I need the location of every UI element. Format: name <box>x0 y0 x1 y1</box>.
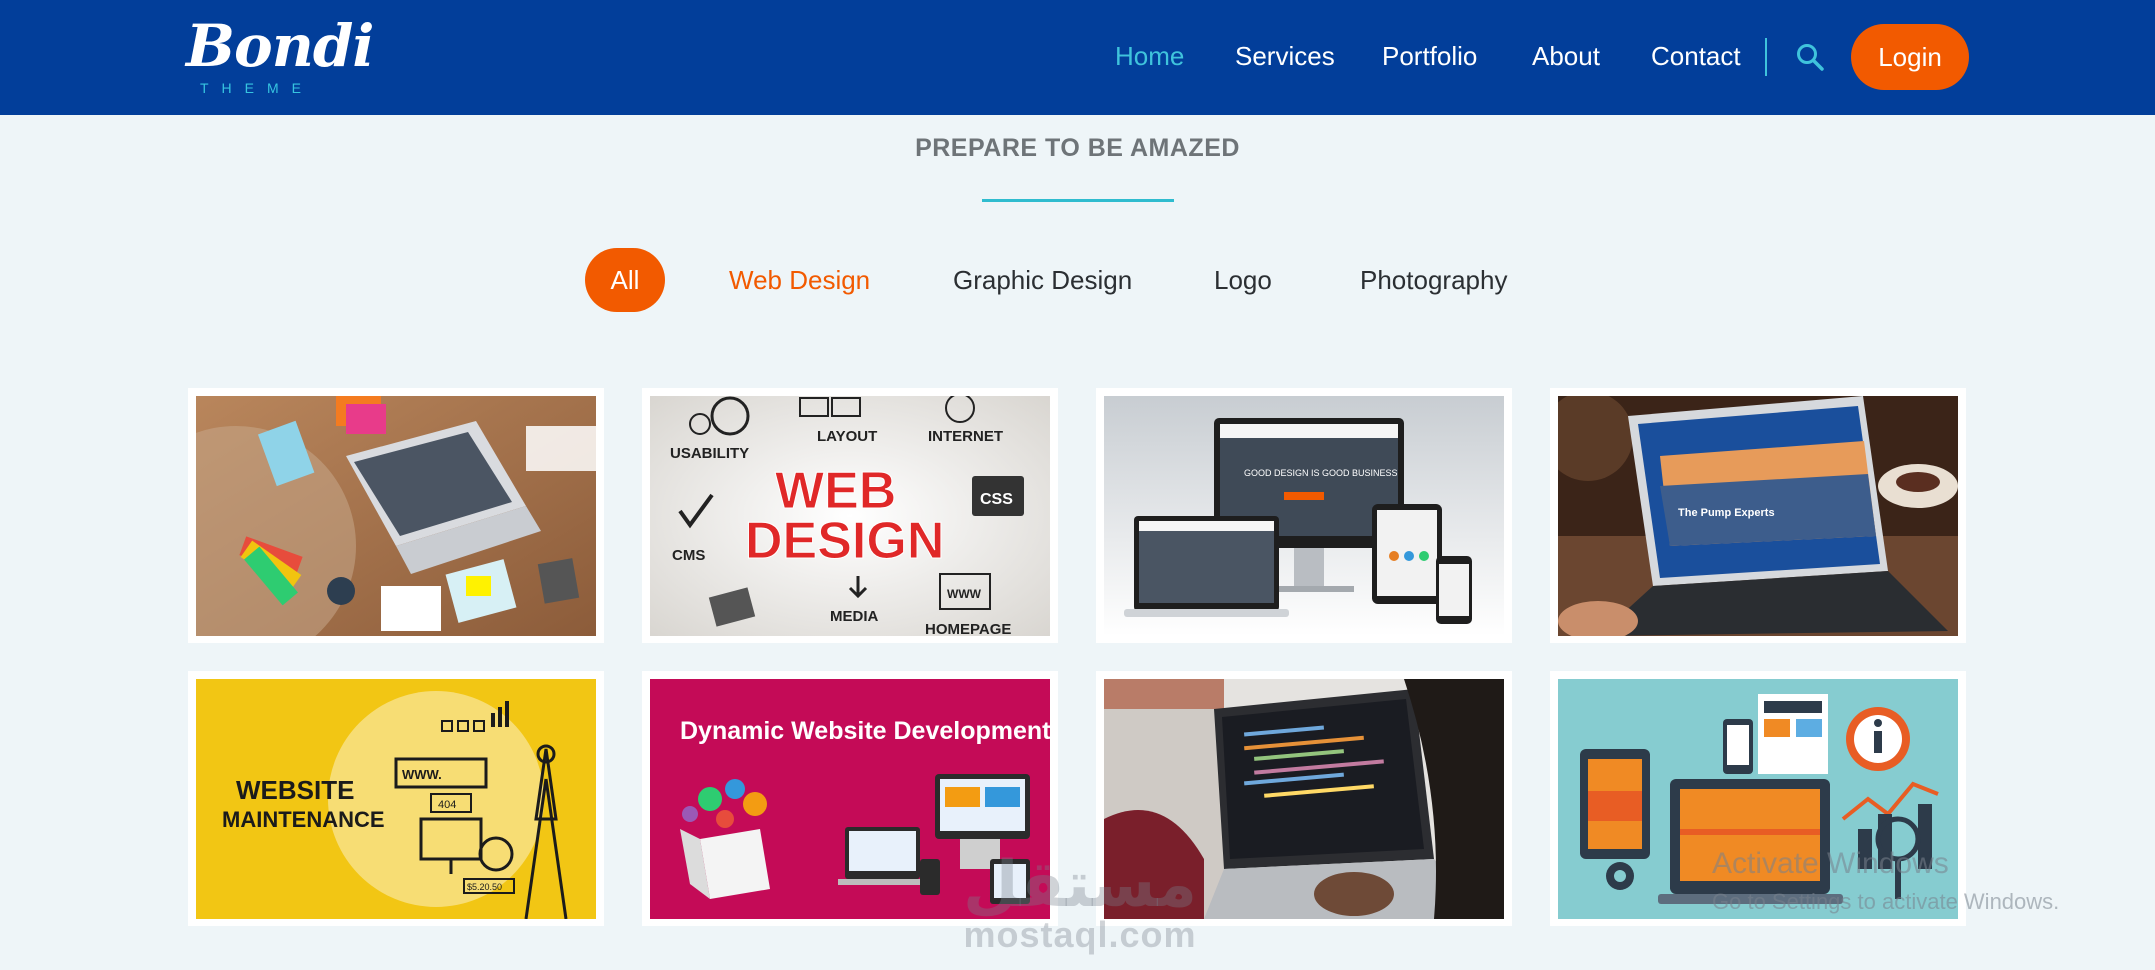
flat-devices-illustration <box>1558 679 1958 919</box>
portfolio-item[interactable]: WEBSITE MAINTENANCE WWW. 404 $5.20.50 <box>188 671 604 926</box>
section-title: PREPARE TO BE AMAZED <box>915 134 1240 162</box>
logo-script-text: Bondi <box>186 12 374 80</box>
wd-usability-text: USABILITY <box>670 445 749 462</box>
dwd-title-text: Dynamic Website Development <box>680 717 1050 745</box>
portfolio-item[interactable]: Dynamic Website Development <box>642 671 1058 926</box>
wm-www-text: WWW. <box>402 767 442 782</box>
rd-headline-text: GOOD DESIGN IS GOOD BUSINESS <box>1244 468 1398 478</box>
nav-portfolio[interactable]: Portfolio <box>1382 38 1477 74</box>
lw-headline-text: The Pump Experts <box>1678 507 1775 519</box>
wd-www-text: WWW <box>947 587 982 601</box>
coding-laptop-photo <box>1104 679 1504 919</box>
portfolio-item[interactable] <box>188 388 604 643</box>
wd-cms-text: CMS <box>672 547 705 564</box>
portfolio-item[interactable]: USABILITY LAYOUT INTERNET WEB DESIGN CSS… <box>642 388 1058 643</box>
filter-logo[interactable]: Logo <box>1214 248 1272 312</box>
nav-services[interactable]: Services <box>1235 38 1335 74</box>
filter-graphic-design[interactable]: Graphic Design <box>953 248 1132 312</box>
filter-web-design[interactable]: Web Design <box>729 248 870 312</box>
nav-about[interactable]: About <box>1532 38 1600 74</box>
wm-website-text: WEBSITE <box>236 775 354 805</box>
nav-divider <box>1765 38 1767 76</box>
nav-contact[interactable]: Contact <box>1651 38 1741 74</box>
website-maintenance-illustration: WEBSITE MAINTENANCE WWW. 404 $5.20.50 <box>196 679 596 919</box>
logo-subtitle: THEME <box>200 80 314 96</box>
filter-photography[interactable]: Photography <box>1360 248 1507 312</box>
top-navbar: Bondi THEME Home Services Portfolio Abou… <box>0 0 2155 115</box>
title-underline <box>982 199 1174 202</box>
portfolio-item[interactable] <box>1096 671 1512 926</box>
wd-internet-text: INTERNET <box>928 428 1003 445</box>
responsive-devices-mockup: GOOD DESIGN IS GOOD BUSINESS <box>1104 396 1504 636</box>
wd-design-text: DESIGN <box>745 512 944 570</box>
wd-media-text: MEDIA <box>830 608 879 625</box>
wm-maintenance-text: MAINTENANCE <box>222 807 385 832</box>
dynamic-website-development-banner: Dynamic Website Development <box>650 679 1050 919</box>
portfolio-item[interactable] <box>1550 671 1966 926</box>
portfolio-item[interactable]: The Pump Experts <box>1550 388 1966 643</box>
wm-price-text: $5.20.50 <box>467 882 502 892</box>
filter-all[interactable]: All <box>585 248 665 312</box>
wd-css-text: CSS <box>980 491 1013 508</box>
laptop-website-photo: The Pump Experts <box>1558 396 1958 636</box>
login-button[interactable]: Login <box>1851 24 1969 90</box>
wd-layout-text: LAYOUT <box>817 428 877 445</box>
portfolio-item[interactable]: GOOD DESIGN IS GOOD BUSINESS <box>1096 388 1512 643</box>
desk-laptop-photo <box>196 396 596 636</box>
brand-logo[interactable]: Bondi THEME <box>186 14 374 98</box>
search-icon[interactable] <box>1795 42 1825 72</box>
wd-homepage-text: HOMEPAGE <box>925 621 1011 636</box>
wm-404-text: 404 <box>438 799 456 811</box>
nav-home[interactable]: Home <box>1115 38 1184 74</box>
web-design-concept-illustration: USABILITY LAYOUT INTERNET WEB DESIGN CSS… <box>650 396 1050 636</box>
